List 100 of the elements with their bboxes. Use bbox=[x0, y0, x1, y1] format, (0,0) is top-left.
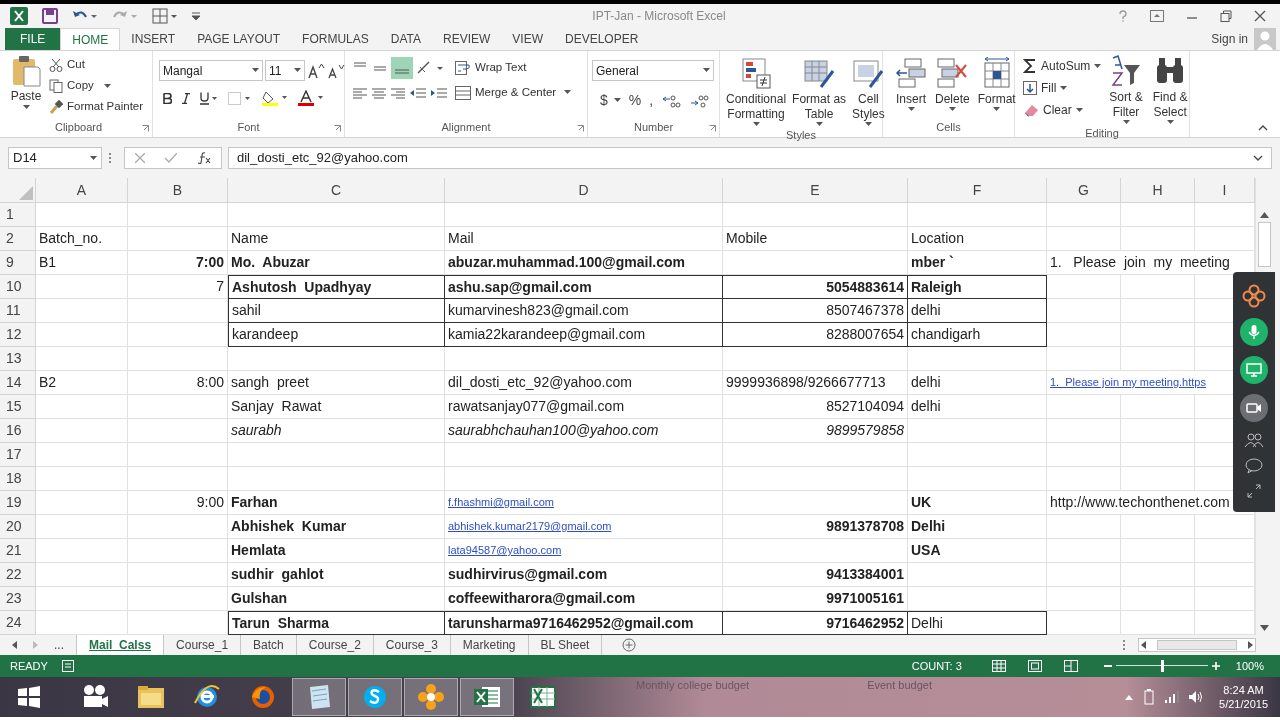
row-header[interactable]: 16 bbox=[0, 419, 36, 443]
empty-cell[interactable] bbox=[128, 395, 228, 419]
empty-cell[interactable] bbox=[908, 587, 1047, 611]
empty-cell[interactable] bbox=[228, 443, 445, 467]
empty-cell[interactable] bbox=[128, 419, 228, 443]
empty-cell[interactable] bbox=[1047, 203, 1121, 227]
ribbon-tab[interactable]: INSERT bbox=[120, 28, 187, 50]
row-header[interactable]: 12 bbox=[0, 323, 36, 347]
ribbon-tab[interactable]: DATA bbox=[379, 28, 432, 50]
row-header[interactable]: 1 bbox=[0, 203, 36, 227]
decrease-decimal-icon[interactable] bbox=[689, 93, 710, 108]
signal-icon[interactable] bbox=[1165, 691, 1180, 703]
more-sheets-button[interactable]: ... bbox=[54, 636, 64, 654]
ribbon-button[interactable]: Insert bbox=[893, 57, 929, 112]
increase-indent-icon[interactable] bbox=[429, 85, 449, 101]
empty-cell[interactable] bbox=[1121, 347, 1195, 371]
link-cell[interactable]: f.fhashmi@gmail.com bbox=[445, 491, 723, 515]
paste-button[interactable]: Paste bbox=[9, 55, 43, 116]
row-header[interactable]: 10 bbox=[0, 275, 36, 299]
empty-cell[interactable] bbox=[1121, 227, 1195, 251]
empty-cell[interactable] bbox=[908, 203, 1047, 227]
empty-cell[interactable] bbox=[1047, 395, 1121, 419]
flower-logo-icon[interactable] bbox=[1242, 284, 1266, 308]
number-format-dropdown[interactable]: General bbox=[592, 60, 714, 81]
windows-start-icon[interactable] bbox=[18, 686, 40, 708]
align-left-icon[interactable] bbox=[351, 85, 369, 101]
ribbon-tab[interactable]: FILE bbox=[5, 28, 61, 50]
empty-cell[interactable] bbox=[128, 467, 228, 491]
empty-cell[interactable] bbox=[1047, 563, 1121, 587]
ribbon-display-icon[interactable] bbox=[1150, 10, 1164, 22]
ribbon-tab[interactable]: HOME bbox=[60, 28, 121, 50]
comma-style-button[interactable]: , bbox=[649, 90, 654, 111]
empty-cell[interactable] bbox=[1121, 299, 1195, 323]
select-all-icon[interactable] bbox=[19, 186, 33, 200]
underline-icon[interactable] bbox=[200, 91, 218, 105]
ribbon-button[interactable]: Format as Table bbox=[790, 57, 849, 127]
dialog-launcher-icon[interactable] bbox=[334, 125, 341, 132]
macro-record-icon[interactable] bbox=[61, 660, 74, 672]
column-header[interactable]: B bbox=[128, 178, 228, 203]
ribbon-tab[interactable]: FORMULAS bbox=[291, 28, 380, 50]
ribbon-tab[interactable]: REVIEW bbox=[432, 28, 502, 50]
empty-cell[interactable] bbox=[1047, 515, 1121, 539]
empty-cell[interactable] bbox=[1047, 587, 1121, 611]
page-break-view-icon[interactable] bbox=[1063, 660, 1078, 672]
scroll-up-icon[interactable] bbox=[1259, 212, 1269, 218]
participants-icon[interactable] bbox=[1244, 432, 1264, 448]
empty-cell[interactable] bbox=[128, 539, 228, 563]
volume-icon[interactable] bbox=[1189, 691, 1204, 703]
empty-cell[interactable] bbox=[228, 467, 445, 491]
expand-icon[interactable] bbox=[1247, 484, 1261, 498]
decrease-indent-icon[interactable] bbox=[408, 85, 428, 101]
ribbon-button[interactable]: AutoSum bbox=[1023, 57, 1102, 75]
column-header[interactable]: D bbox=[445, 178, 723, 203]
fill-color-icon[interactable] bbox=[262, 90, 288, 106]
scroll-thumb[interactable] bbox=[1257, 222, 1271, 267]
empty-cell[interactable] bbox=[908, 467, 1047, 491]
dialog-launcher-icon[interactable] bbox=[577, 125, 584, 132]
empty-cell[interactable] bbox=[1047, 539, 1121, 563]
row-header[interactable]: 2 bbox=[0, 227, 36, 251]
close-icon[interactable] bbox=[1254, 10, 1266, 22]
empty-cell[interactable] bbox=[445, 203, 723, 227]
empty-cell[interactable] bbox=[723, 443, 908, 467]
link-cell[interactable]: abhishek.kumar2179@gmail.com bbox=[445, 515, 723, 539]
borders-icon[interactable] bbox=[152, 8, 178, 24]
percent-button[interactable]: % bbox=[628, 90, 642, 111]
microphone-button[interactable] bbox=[1240, 318, 1268, 346]
customize-icon[interactable] bbox=[192, 11, 200, 21]
ribbon-button[interactable]: Clear bbox=[1023, 101, 1102, 119]
empty-cell[interactable] bbox=[723, 491, 908, 515]
italic-icon[interactable] bbox=[182, 92, 190, 104]
empty-cell[interactable] bbox=[1121, 515, 1195, 539]
column-header[interactable]: G bbox=[1047, 178, 1121, 203]
font-name-dropdown[interactable]: Mangal bbox=[159, 60, 263, 81]
empty-cell[interactable] bbox=[128, 323, 228, 347]
empty-cell[interactable] bbox=[723, 251, 908, 275]
zoom-slider[interactable] bbox=[1115, 660, 1208, 672]
insert-function-icon[interactable] bbox=[197, 152, 211, 164]
font-size-dropdown[interactable]: 11 bbox=[265, 60, 305, 81]
column-header[interactable]: F bbox=[908, 178, 1047, 203]
link-cell[interactable]: lata94587@yahoo.com bbox=[445, 539, 723, 563]
ribbon-button[interactable]: Format bbox=[975, 57, 1018, 112]
empty-cell[interactable] bbox=[1047, 299, 1121, 323]
camera-button[interactable] bbox=[1240, 394, 1268, 422]
ribbon-button[interactable]: Format Painter bbox=[49, 98, 144, 116]
empty-cell[interactable] bbox=[723, 539, 908, 563]
empty-cell[interactable] bbox=[228, 347, 445, 371]
empty-cell[interactable] bbox=[723, 203, 908, 227]
empty-cell[interactable] bbox=[1121, 419, 1195, 443]
excel-logo-icon[interactable] bbox=[10, 7, 28, 25]
border-icon[interactable] bbox=[228, 91, 252, 105]
clock[interactable]: 8:24 AM 5/21/2015 bbox=[1219, 683, 1268, 711]
chat-icon[interactable] bbox=[1245, 458, 1263, 474]
row-header[interactable]: 24 bbox=[0, 611, 36, 635]
power-icon[interactable] bbox=[1143, 689, 1156, 705]
ribbon-button[interactable]: Fill bbox=[1023, 79, 1102, 97]
empty-cell[interactable] bbox=[1047, 419, 1121, 443]
sheet-tab[interactable]: Mail_Calss bbox=[76, 635, 165, 655]
zoom-in-icon[interactable] bbox=[1211, 662, 1220, 670]
empty-cell[interactable] bbox=[1047, 323, 1121, 347]
empty-cell[interactable] bbox=[128, 227, 228, 251]
